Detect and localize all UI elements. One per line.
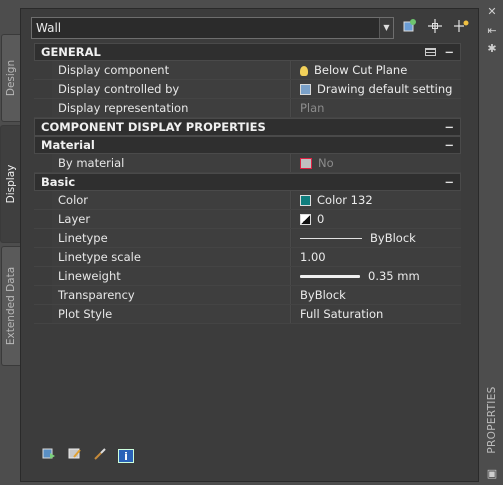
section-basic-header[interactable]: Basic − <box>34 173 461 191</box>
palette-menu-icon[interactable]: ▣ <box>486 468 498 480</box>
property-name: Transparency <box>52 286 291 304</box>
lineweight-value: 0.35 mm <box>368 269 420 283</box>
property-value[interactable]: Color 132 <box>292 191 461 209</box>
display-component-value: Below Cut Plane <box>314 63 408 77</box>
section-material-header[interactable]: Material − <box>34 136 461 154</box>
property-value[interactable]: 0.35 mm <box>292 267 461 285</box>
tab-extended-data[interactable]: Extended Data <box>1 246 20 366</box>
layer-icon <box>300 214 311 225</box>
tab-design-label: Design <box>5 59 17 97</box>
object-type-value: Wall <box>36 21 62 35</box>
table-view-icon[interactable] <box>425 48 436 56</box>
linetype-preview <box>300 238 362 239</box>
property-name: By material <box>52 154 291 172</box>
match-properties-icon[interactable] <box>92 447 108 461</box>
property-name: Layer <box>52 210 291 228</box>
property-row[interactable]: Color Color 132 <box>34 191 461 210</box>
close-icon[interactable]: ✕ <box>486 6 498 18</box>
tab-extended-data-label: Extended Data <box>5 266 17 346</box>
property-value[interactable]: ByBlock <box>292 286 461 304</box>
property-value[interactable]: Drawing default setting <box>292 80 461 98</box>
chevron-down-icon[interactable]: ▼ <box>379 18 393 38</box>
property-row[interactable]: Lineweight 0.35 mm <box>34 267 461 286</box>
property-row[interactable]: Display representation Plan <box>34 99 461 118</box>
property-name: Lineweight <box>52 267 291 285</box>
section-component-display-title: COMPONENT DISPLAY PROPERTIES <box>41 120 266 134</box>
property-row[interactable]: Display controlled by Drawing default se… <box>34 80 461 99</box>
property-value: Plan <box>292 99 461 117</box>
collapse-icon[interactable]: − <box>444 174 454 190</box>
section-component-display-header[interactable]: COMPONENT DISPLAY PROPERTIES − <box>34 118 461 136</box>
property-grid: GENERAL − Display component Below Cut Pl… <box>34 43 461 324</box>
property-row[interactable]: Display component Below Cut Plane <box>34 61 461 80</box>
property-value[interactable]: ByBlock <box>292 229 461 247</box>
property-value[interactable]: 0 <box>292 210 461 228</box>
tab-display[interactable]: Display <box>0 125 21 243</box>
edit-style-icon[interactable] <box>67 447 83 461</box>
auto-hide-icon[interactable]: ⇤ <box>486 25 498 37</box>
property-name: Display representation <box>52 99 291 117</box>
object-type-select[interactable]: Wall ▼ <box>31 17 394 39</box>
properties-panel: Wall ▼ GENERAL − Display component Below… <box>20 8 479 482</box>
property-row[interactable]: Layer 0 <box>34 210 461 229</box>
select-similar-icon[interactable] <box>41 447 57 461</box>
bottom-toolbar: i <box>41 447 140 463</box>
lightbulb-icon <box>300 65 308 76</box>
collapse-icon[interactable]: − <box>444 137 454 153</box>
gear-icon[interactable]: ✱ <box>486 43 498 55</box>
property-name: Linetype <box>52 229 291 247</box>
section-general-header[interactable]: GENERAL − <box>34 43 461 61</box>
property-value[interactable]: Full Saturation <box>292 305 461 323</box>
property-name: Display controlled by <box>52 80 291 98</box>
linetype-value: ByBlock <box>370 231 416 245</box>
display-control-icon <box>300 84 311 95</box>
property-name: Color <box>52 191 291 209</box>
color-value: Color 132 <box>317 193 373 207</box>
property-name: Display component <box>52 61 291 79</box>
property-value[interactable]: No <box>292 154 461 172</box>
toggle-pickadd-icon[interactable] <box>451 18 471 38</box>
property-name: Linetype scale <box>52 248 291 266</box>
property-row[interactable]: Plot Style Full Saturation <box>34 305 461 324</box>
tab-design[interactable]: Design <box>1 34 20 122</box>
tab-display-label: Display <box>5 164 17 204</box>
select-objects-icon[interactable] <box>425 18 445 38</box>
collapse-icon[interactable]: − <box>444 119 454 135</box>
display-controlled-by-value: Drawing default setting <box>317 82 453 96</box>
palette-title-bar: ✕ ⇤ ✱ PROPERTIES ▣ <box>481 0 503 485</box>
property-row[interactable]: By material No <box>34 154 461 173</box>
property-row[interactable]: Linetype scale 1.00 <box>34 248 461 267</box>
layer-value: 0 <box>317 212 325 226</box>
palette-title: PROPERTIES <box>486 386 498 454</box>
by-material-value: No <box>318 156 334 170</box>
color-swatch <box>300 195 311 206</box>
property-row[interactable]: Transparency ByBlock <box>34 286 461 305</box>
section-material-title: Material <box>41 138 95 152</box>
property-row[interactable]: Linetype ByBlock <box>34 229 461 248</box>
material-icon <box>300 158 312 169</box>
property-value[interactable]: 1.00 <box>292 248 461 266</box>
lineweight-preview <box>300 275 360 278</box>
section-basic-title: Basic <box>41 175 76 189</box>
property-value[interactable]: Below Cut Plane <box>292 61 461 79</box>
property-name: Plot Style <box>52 305 291 323</box>
side-tab-strip: Design Display Extended Data <box>0 0 21 485</box>
toolbar: Wall ▼ <box>31 17 478 41</box>
info-icon[interactable]: i <box>117 449 134 463</box>
section-general-title: GENERAL <box>41 45 101 59</box>
quick-select-icon[interactable] <box>399 18 419 38</box>
collapse-icon[interactable]: − <box>444 44 454 60</box>
